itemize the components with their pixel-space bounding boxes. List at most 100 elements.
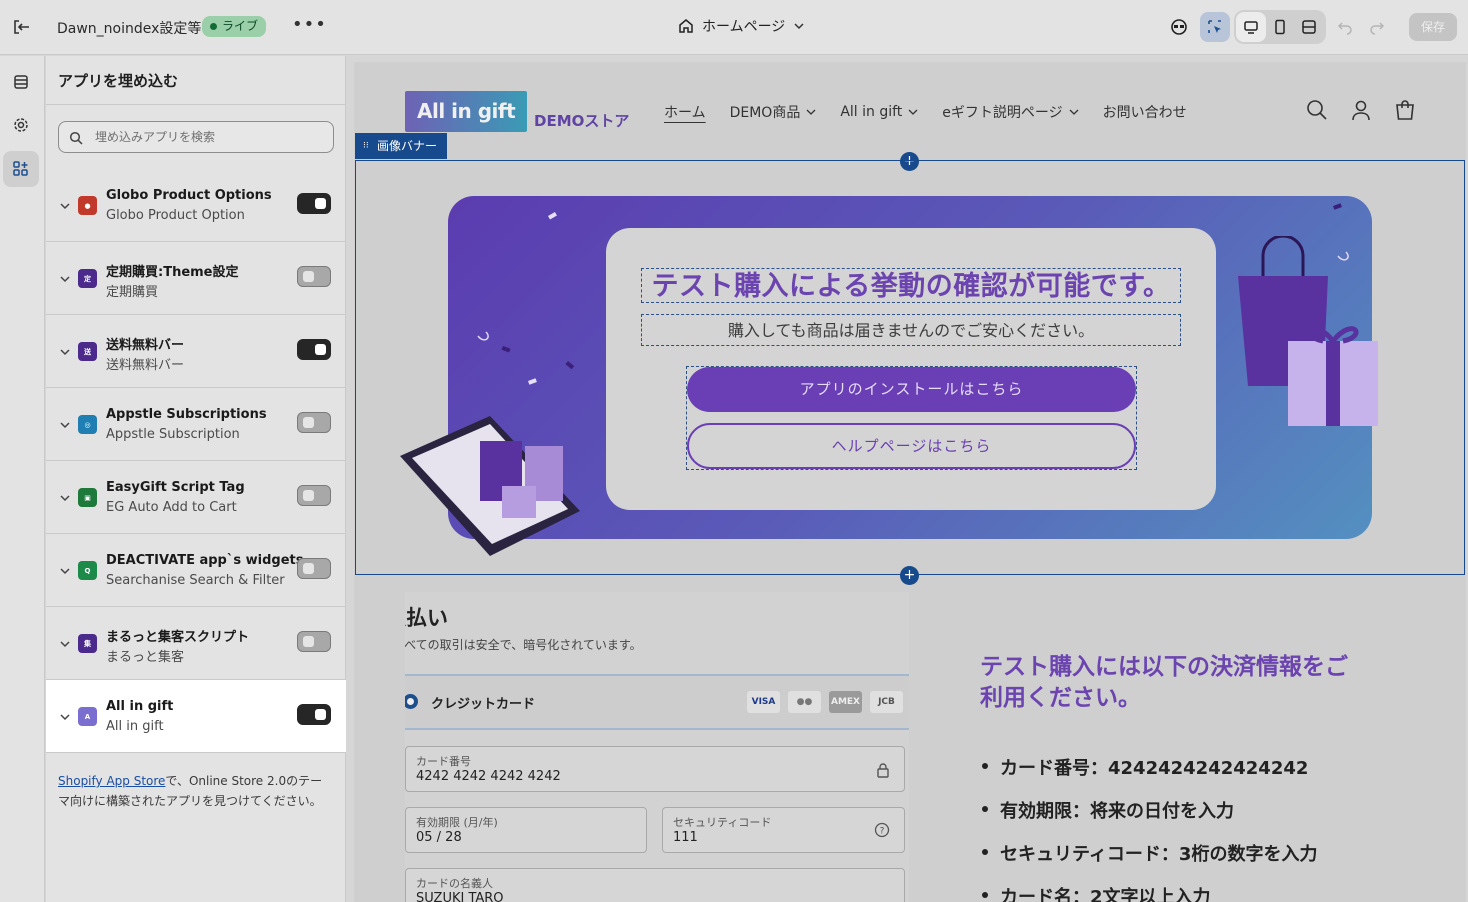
app-toggle[interactable] — [297, 193, 331, 214]
app-embed-list: ● Globo Product Options Globo Product Op… — [46, 169, 346, 753]
help-icon: ? — [874, 822, 890, 838]
app-toggle[interactable] — [297, 412, 331, 433]
chevron-down-icon — [806, 109, 816, 115]
app-toggle[interactable] — [297, 631, 331, 652]
help-page-button[interactable]: ヘルプページはこちら — [687, 423, 1136, 469]
phone-gift-illustration — [400, 416, 580, 556]
payment-screenshot: 支払い すべての取引は安全で、暗号化されています。 クレジットカード VISA … — [405, 592, 909, 902]
app-embed-item[interactable]: ▣ EasyGift Script Tag EG Auto Add to Car… — [46, 461, 346, 534]
chevron-down-icon — [908, 109, 918, 115]
app-embed-item[interactable]: 集 まるっと集客スクリプト まるっと集客 — [46, 607, 346, 680]
amex-icon: AMEX — [829, 691, 862, 713]
visa-icon: VISA — [747, 691, 780, 713]
payment-subtitle: すべての取引は安全で、暗号化されています。 — [405, 638, 642, 652]
app-name: 送料無料バー — [106, 338, 185, 353]
app-embed-item[interactable]: Q DEACTIVATE app`s widgets Searchanise S… — [46, 534, 346, 607]
jcb-icon: JCB — [870, 691, 903, 713]
chevron-down-icon[interactable] — [59, 638, 71, 650]
account-icon[interactable] — [1350, 99, 1372, 121]
install-app-button[interactable]: アプリのインストールはこちら — [687, 367, 1136, 412]
home-icon — [679, 19, 693, 33]
cvc-field: セキュリティコード 111 ? — [662, 807, 905, 853]
inspector-icon[interactable] — [1200, 12, 1230, 42]
card-brands: VISA ●● AMEX JCB — [747, 691, 903, 713]
panel-title: アプリを埋め込む — [58, 72, 179, 90]
test-payment-info: テスト購入には以下の決済情報をご利用ください。 カード番号：4242424242… — [980, 652, 1360, 902]
desktop-view-icon[interactable] — [1236, 12, 1266, 42]
app-embed-item[interactable]: ◎ Appstle Subscriptions Appstle Subscrip… — [46, 388, 346, 461]
marutto-icon: 集 — [78, 634, 97, 653]
banner-headline[interactable]: テスト購入による挙動の確認が可能です。 — [641, 268, 1181, 303]
app-store-link[interactable]: Shopify App Store — [58, 774, 165, 788]
chevron-down-icon[interactable] — [59, 711, 71, 723]
nav-item-egift-guide[interactable]: eギフト説明ページ — [942, 102, 1079, 122]
section-label[interactable]: 画像バナー — [355, 133, 448, 159]
app-embed-item[interactable]: 送 送料無料バー 送料無料バー — [46, 315, 346, 388]
save-button[interactable]: 保存 — [1409, 13, 1457, 41]
fullscreen-view-icon[interactable] — [1294, 12, 1324, 42]
app-name: All in gift — [106, 699, 174, 714]
expiry-field: 有効期限 (月/年) 05 / 28 — [405, 807, 647, 853]
chevron-down-icon[interactable] — [59, 273, 71, 285]
chevron-down-icon[interactable] — [59, 419, 71, 431]
redo-icon[interactable] — [1362, 12, 1392, 42]
app-embeds-icon[interactable] — [3, 151, 39, 187]
more-actions-button[interactable]: ••• — [292, 14, 327, 35]
globo-icon: ● — [78, 196, 97, 215]
sections-icon[interactable] — [3, 64, 39, 100]
chevron-down-icon[interactable] — [59, 565, 71, 577]
exit-icon[interactable] — [10, 16, 32, 38]
undo-icon[interactable] — [1330, 12, 1360, 42]
nav-item-contact[interactable]: お問い合わせ — [1103, 102, 1187, 122]
chevron-down-icon[interactable] — [59, 492, 71, 504]
app-search-box[interactable] — [58, 121, 334, 153]
expiry-label: 有効期限 (月/年) — [416, 816, 498, 829]
app-name: まるっと集客スクリプト — [106, 630, 250, 645]
shopping-bag-illustration — [1238, 236, 1378, 426]
radio-selected-icon — [405, 694, 418, 709]
cart-icon[interactable] — [1394, 99, 1416, 121]
cardholder-label: カードの名義人 — [416, 877, 493, 890]
search-icon — [69, 131, 83, 145]
list-item: セキュリティコード：3桁の数字を入力 — [980, 840, 1360, 883]
allingift-icon: A — [78, 707, 97, 726]
search-icon[interactable] — [1306, 99, 1328, 121]
nav-item-demo-products[interactable]: DEMO商品 — [730, 102, 817, 122]
app-embed-item[interactable]: ● Globo Product Options Globo Product Op… — [46, 169, 346, 242]
sidekick-icon[interactable] — [1164, 12, 1194, 42]
card-number-value: 4242 4242 4242 4242 — [416, 769, 561, 784]
app-toggle[interactable] — [297, 339, 331, 360]
banner-content-box: テスト購入による挙動の確認が可能です。 購入しても商品は届きませんのでご安心くだ… — [606, 228, 1216, 510]
top-bar: Dawn_noindex設定等 ライブ ••• ホームページ 保存 — [0, 0, 1468, 55]
app-subtitle: 定期購買 — [106, 285, 159, 300]
search-input[interactable] — [95, 122, 325, 152]
view-mode-group — [1234, 10, 1326, 44]
banner-buttons: アプリのインストールはこちら ヘルプページはこちら — [686, 366, 1137, 470]
status-badge: ライブ — [202, 16, 267, 37]
store-name[interactable]: Dawn_noindex設定等 — [57, 18, 201, 38]
chevron-down-icon[interactable] — [59, 200, 71, 212]
easygift-icon: ▣ — [78, 488, 97, 507]
page-selector[interactable]: ホームページ — [678, 16, 805, 36]
app-toggle[interactable] — [297, 485, 331, 506]
mobile-view-icon[interactable] — [1265, 12, 1295, 42]
add-section-plus-icon[interactable]: + — [900, 566, 919, 585]
mastercard-icon: ●● — [788, 691, 821, 713]
app-subtitle: Appstle Subscription — [106, 427, 240, 442]
image-banner-section[interactable]: テスト購入による挙動の確認が可能です。 購入しても商品は届きませんのでご安心くだ… — [355, 160, 1465, 575]
app-toggle[interactable] — [297, 704, 331, 725]
banner-subline[interactable]: 購入しても商品は届きませんのでご安心ください。 — [641, 314, 1181, 346]
app-embed-item[interactable]: 定 定期購買:Theme設定 定期購買 — [46, 242, 346, 315]
theme-settings-gear-icon[interactable] — [3, 107, 39, 143]
store-logo[interactable]: All in gift — [405, 91, 527, 132]
nav-item-home[interactable]: ホーム — [664, 102, 706, 122]
store-header: All in gift DEMOストア ホーム DEMO商品 All in gi… — [354, 62, 1466, 160]
app-toggle[interactable] — [297, 558, 331, 579]
chevron-down-icon[interactable] — [59, 346, 71, 358]
free-shipping-icon: 送 — [78, 342, 97, 361]
app-embed-item[interactable]: A All in gift All in gift — [46, 680, 346, 753]
cardholder-value: SUZUKI TARO — [416, 891, 504, 902]
app-subtitle: まるっと集客 — [106, 650, 185, 665]
app-toggle[interactable] — [297, 266, 331, 287]
nav-item-all-in-gift[interactable]: All in gift — [840, 102, 918, 122]
